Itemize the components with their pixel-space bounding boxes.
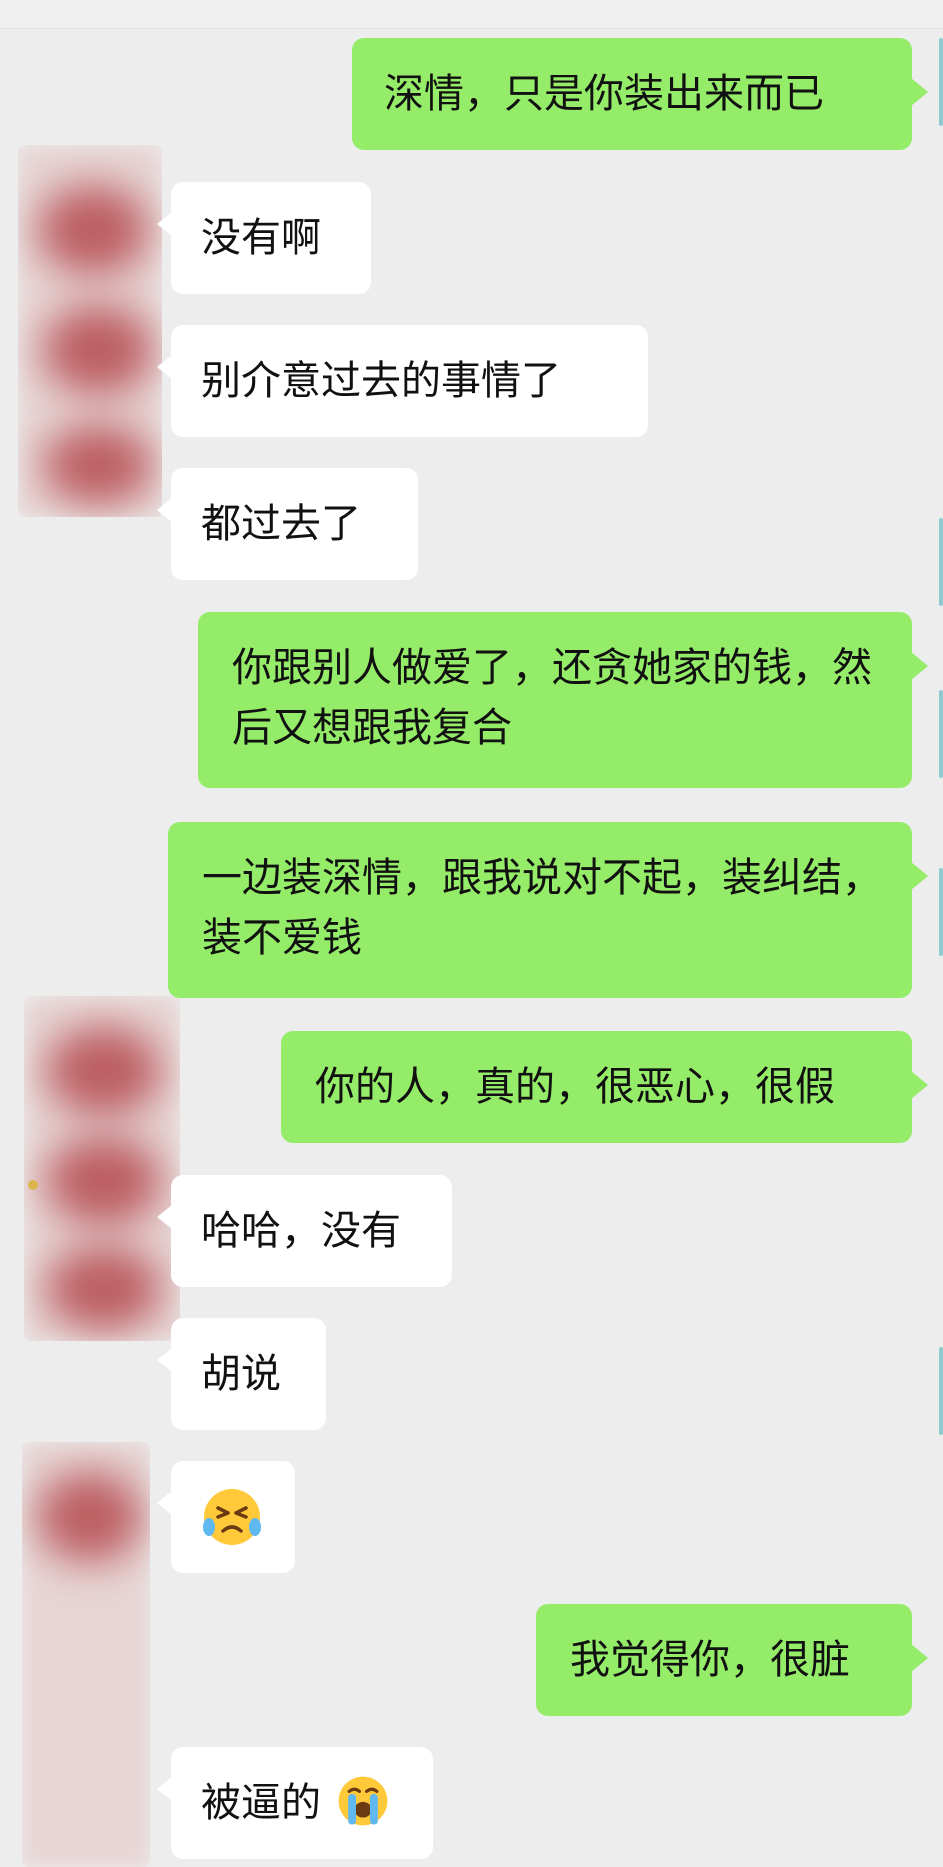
message-text: 深情，只是你装出来而已: [384, 71, 824, 117]
message-bubble-incoming[interactable]: 别介意过去的事情了: [157, 325, 648, 437]
message-bubble-incoming[interactable]: 没有啊: [157, 182, 371, 294]
message-bubble-incoming[interactable]: 哈哈，没有: [157, 1175, 452, 1287]
message-text: 一边装深情，跟我说对不起，装纠结，装不爱钱: [202, 855, 882, 961]
message-text: 没有啊: [201, 215, 321, 261]
self-avatar-edge: [939, 518, 943, 606]
message-text: 胡说: [201, 1351, 281, 1397]
message-bubble-incoming[interactable]: 胡说: [157, 1318, 326, 1430]
contact-avatar[interactable]: [24, 996, 180, 1341]
chat-view: 深情，只是你装出来而已 没有啊 别介意过去的事情了 都过去了 你跟别人做爱了，还…: [0, 0, 943, 1867]
message-bubble-outgoing[interactable]: 我觉得你，很脏: [536, 1604, 928, 1716]
message-bubble-outgoing[interactable]: 你跟别人做爱了，还贪她家的钱，然后又想跟我复合: [198, 612, 928, 788]
message-text: 我觉得你，很脏: [570, 1637, 850, 1683]
self-avatar-edge: [939, 1347, 943, 1435]
message-bubble-incoming[interactable]: 被逼的: [157, 1747, 433, 1859]
message-bubble-outgoing[interactable]: 一边装深情，跟我说对不起，装纠结，装不爱钱: [168, 822, 928, 998]
self-avatar-edge: [939, 690, 943, 778]
angry-crying-emoji: [203, 1489, 261, 1545]
loudly-crying-emoji: [338, 1776, 388, 1826]
message-text: 你的人，真的，很恶心，很假: [315, 1064, 835, 1110]
message-bubble-incoming[interactable]: 都过去了: [157, 468, 418, 580]
contact-avatar[interactable]: [18, 145, 162, 517]
message-text: 你跟别人做爱了，还贪她家的钱，然后又想跟我复合: [232, 645, 872, 751]
message-bubble-incoming[interactable]: [157, 1461, 295, 1573]
message-text: 别介意过去的事情了: [201, 358, 561, 404]
message-bubble-outgoing[interactable]: 你的人，真的，很恶心，很假: [281, 1031, 928, 1143]
message-bubble-outgoing[interactable]: 深情，只是你装出来而已: [352, 38, 928, 150]
message-text: 被逼的: [201, 1780, 321, 1826]
contact-avatar[interactable]: [22, 1442, 150, 1867]
self-avatar-edge: [939, 868, 943, 956]
top-divider: [0, 0, 943, 29]
message-text: 都过去了: [201, 501, 361, 547]
message-text: 哈哈，没有: [201, 1208, 401, 1254]
self-avatar-edge: [939, 38, 943, 126]
status-dot: [28, 1180, 38, 1190]
